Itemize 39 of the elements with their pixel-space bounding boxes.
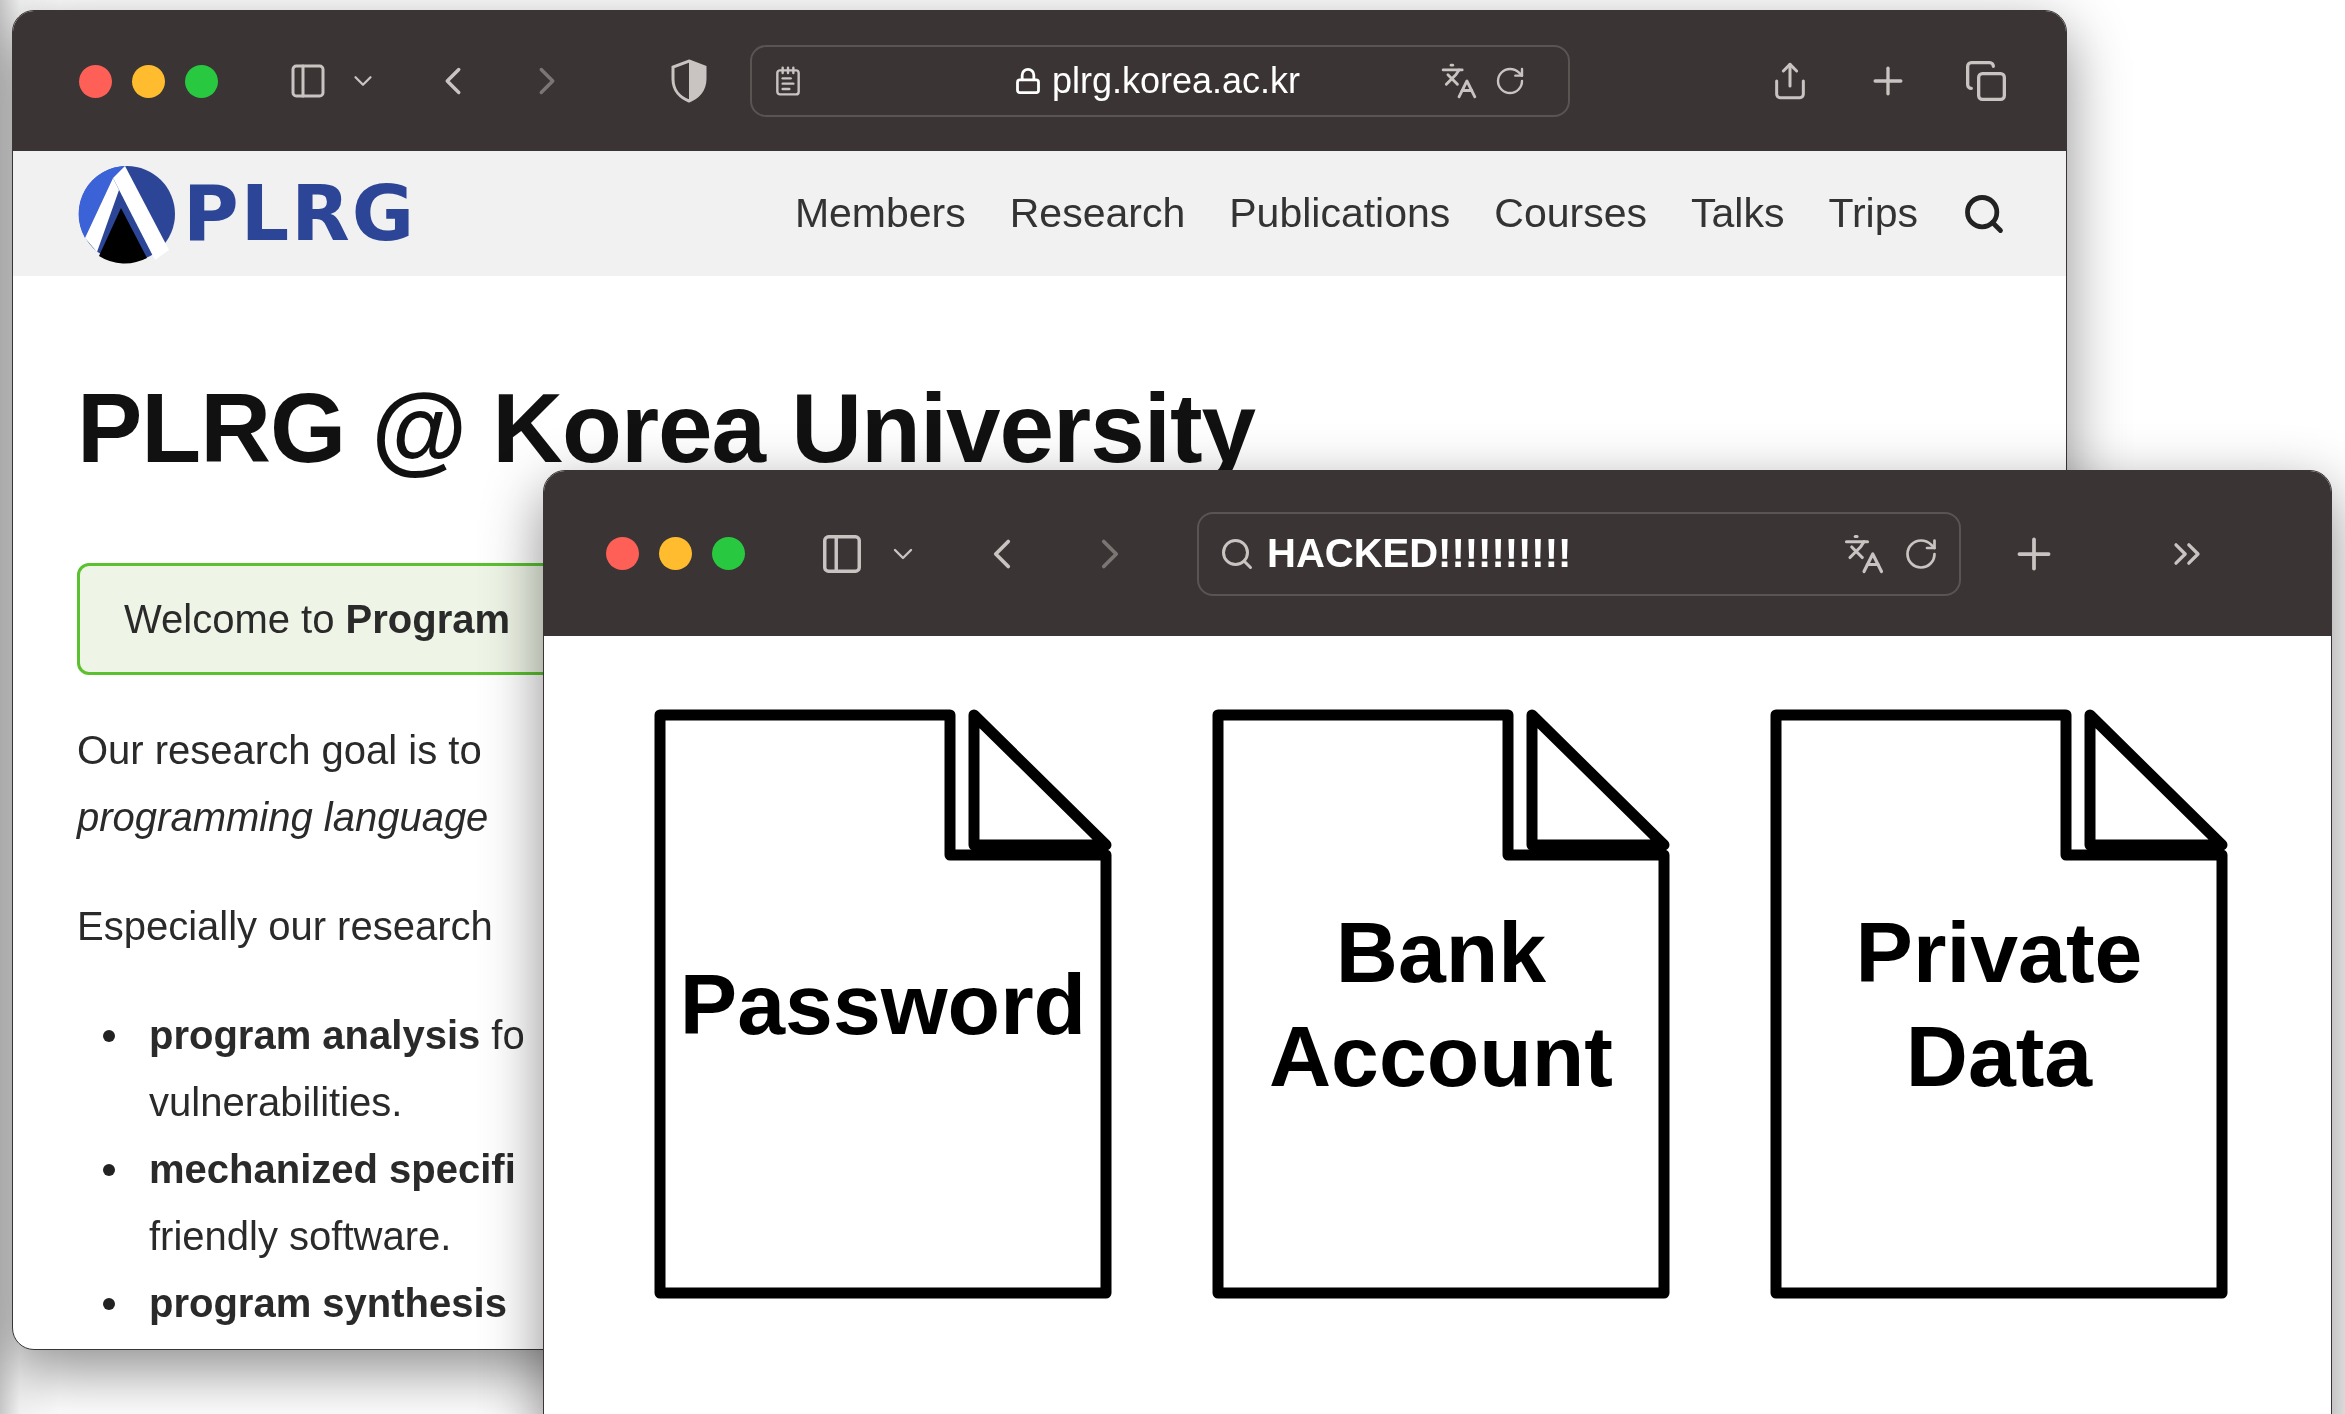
list-item-text: vulnerabilities.	[149, 1079, 403, 1126]
translate-icon	[1843, 532, 1885, 575]
url-text: plrg.korea.ac.kr	[1052, 60, 1301, 102]
logo-icon	[77, 163, 177, 264]
list-item-text: program analysis fo	[149, 1012, 525, 1059]
list-item-text: program synthesis	[149, 1280, 507, 1327]
close-button[interactable]	[79, 64, 112, 98]
welcome-text: Welcome to Program	[124, 595, 511, 643]
lock-icon	[1014, 67, 1042, 95]
search-field[interactable]: HACKED!!!!!!!!!!	[1197, 511, 1961, 596]
close-button[interactable]	[606, 537, 639, 570]
page-heading: PLRG @ Korea University	[77, 372, 1256, 485]
paragraph-text: programming language	[77, 794, 489, 841]
zoom-button[interactable]	[712, 537, 745, 570]
nav-link[interactable]: Research	[1009, 190, 1186, 237]
nav-link[interactable]: Publications	[1229, 190, 1451, 237]
tabs-overview-icon[interactable]	[1964, 59, 2008, 103]
address-bar[interactable]: plrg.korea.ac.kr	[750, 45, 1570, 117]
list-item-text: friendly software.	[149, 1213, 452, 1260]
shield-icon[interactable]	[670, 59, 708, 103]
paragraph-text: Especially our research	[77, 903, 493, 950]
document-label: Bank Account	[1268, 903, 1614, 1106]
paragraph-text: Our research goal is to	[77, 727, 482, 774]
logo-text: PLRG	[183, 169, 417, 258]
bullet-icon	[103, 1298, 115, 1310]
list-item-text: mechanized specifi	[149, 1146, 516, 1193]
bullet-icon	[103, 1164, 115, 1176]
nav-link[interactable]: Courses	[1494, 190, 1647, 237]
search-text: HACKED!!!!!!!!!!	[1267, 531, 1572, 576]
nav-link[interactable]: Members	[794, 190, 966, 237]
bullet-icon	[103, 1030, 115, 1042]
nav-link[interactable]: Trips	[1828, 190, 1918, 237]
document-label: Password	[678, 955, 1088, 1054]
minimize-button[interactable]	[132, 64, 165, 98]
document-label: Private Data	[1854, 903, 2144, 1106]
nav-link[interactable]: Talks	[1691, 190, 1785, 237]
zoom-button[interactable]	[185, 64, 218, 98]
minimize-button[interactable]	[659, 537, 692, 570]
translate-icon	[1440, 62, 1479, 100]
